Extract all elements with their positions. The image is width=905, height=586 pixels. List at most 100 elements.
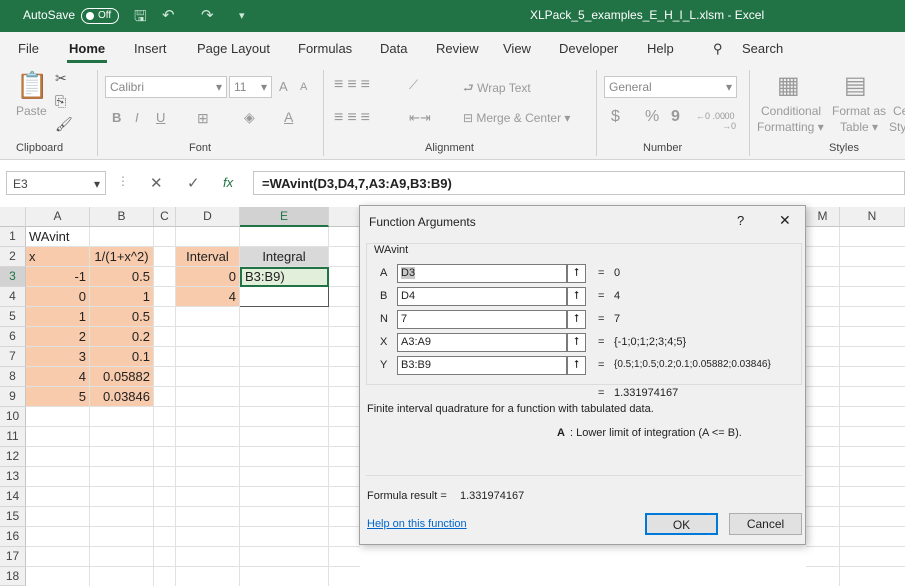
comma-button[interactable]: 9	[671, 108, 680, 126]
autosave-toggle[interactable]: Off	[81, 8, 119, 24]
orientation-icon[interactable]: ⟋	[409, 77, 418, 93]
tab-review[interactable]: Review	[436, 41, 479, 56]
arg-input-a[interactable]: D3	[397, 264, 567, 283]
insert-function-button[interactable]: fx	[223, 175, 233, 190]
row-header[interactable]: 6	[0, 327, 26, 347]
tab-data[interactable]: Data	[380, 41, 407, 56]
cell-e2[interactable]: Integral	[240, 247, 329, 267]
row-header[interactable]: 9	[0, 387, 26, 407]
help-icon[interactable]: ?	[737, 213, 744, 228]
cancel-button[interactable]: Cancel	[729, 513, 802, 535]
column-header-n[interactable]: N	[840, 207, 905, 227]
cell-a8[interactable]: 4	[26, 367, 90, 387]
row-header[interactable]: 16	[0, 527, 26, 547]
ok-button[interactable]: OK	[645, 513, 718, 535]
enter-formula-button[interactable]: ✓	[187, 174, 200, 192]
arg-input-y[interactable]: B3:B9	[397, 356, 567, 375]
decrease-decimal-button[interactable]: .00 →0	[722, 111, 742, 131]
tab-home[interactable]: Home	[69, 41, 105, 56]
column-header-e[interactable]: E	[240, 207, 329, 227]
customize-qat-icon[interactable]: ▾	[239, 9, 245, 22]
format-painter-icon[interactable]: 🖌	[55, 116, 73, 133]
cell-a9[interactable]: 5	[26, 387, 90, 407]
cell-a5[interactable]: 1	[26, 307, 90, 327]
increase-decimal-button[interactable]: ←0 .00	[696, 111, 725, 121]
cell-b8[interactable]: 0.05882	[90, 367, 154, 387]
cell-a1[interactable]: WAvint	[26, 227, 90, 247]
tab-formulas[interactable]: Formulas	[298, 41, 352, 56]
formula-input[interactable]: =WAvint(D3,D4,7,A3:A9,B3:B9)	[253, 171, 905, 195]
column-header-b[interactable]: B	[90, 207, 154, 227]
select-all-corner[interactable]	[0, 207, 26, 227]
underline-button[interactable]: U	[156, 110, 165, 125]
paste-icon[interactable]: 📋	[16, 70, 48, 101]
undo-icon[interactable]: ↶	[162, 6, 175, 24]
column-header-c[interactable]: C	[154, 207, 176, 227]
format-as-table-label[interactable]: Table ▾	[840, 120, 878, 134]
cancel-formula-button[interactable]: ✕	[150, 174, 163, 192]
shrink-font-button[interactable]: A	[300, 81, 307, 93]
redo-icon[interactable]: ↷	[201, 6, 214, 24]
cell-d3[interactable]: 0	[176, 267, 240, 287]
conditional-formatting-label[interactable]: Formatting ▾	[757, 120, 824, 134]
fill-color-icon[interactable]: ◈	[244, 109, 255, 126]
indent-icon[interactable]: ⇤⇥	[409, 110, 431, 126]
cell-d4[interactable]: 4	[176, 287, 240, 307]
collapse-dialog-icon[interactable]: ⭡	[567, 333, 586, 352]
cell-styles-label[interactable]: Sty	[889, 120, 905, 134]
number-format-select[interactable]: General ▾	[604, 76, 737, 98]
italic-button[interactable]: I	[135, 110, 139, 125]
cell-e3-active[interactable]: B3:B9)	[240, 267, 329, 287]
column-header-m[interactable]: M	[806, 207, 840, 227]
conditional-formatting-button[interactable]: Conditional	[761, 104, 821, 118]
cell-d2[interactable]: Interval	[176, 247, 240, 267]
row-header[interactable]: 4	[0, 287, 26, 307]
cut-icon[interactable]: ✂	[55, 70, 67, 87]
tab-view[interactable]: View	[503, 41, 531, 56]
cell-b4[interactable]: 1	[90, 287, 154, 307]
close-icon[interactable]: ✕	[779, 212, 791, 229]
row-header[interactable]: 11	[0, 427, 26, 447]
paste-button[interactable]: Paste	[16, 104, 47, 118]
row-header[interactable]: 3	[0, 267, 26, 287]
cell-a6[interactable]: 2	[26, 327, 90, 347]
format-as-table-icon[interactable]: ▤	[844, 71, 867, 100]
bold-button[interactable]: B	[112, 110, 121, 125]
column-header-d[interactable]: D	[176, 207, 240, 227]
cell-b9[interactable]: 0.03846	[90, 387, 154, 407]
font-name-select[interactable]: Calibri ▾	[105, 76, 227, 98]
row-header[interactable]: 7	[0, 347, 26, 367]
cell-a7[interactable]: 3	[26, 347, 90, 367]
cell-b3[interactable]: 0.5	[90, 267, 154, 287]
wrap-text-button[interactable]: ⮐ Wrap Text	[463, 79, 531, 100]
percent-button[interactable]: %	[645, 108, 659, 126]
cell-styles-button[interactable]: Ce	[893, 104, 905, 118]
collapse-dialog-icon[interactable]: ⭡	[567, 264, 586, 283]
row-header[interactable]: 8	[0, 367, 26, 387]
copy-icon[interactable]: ⎘	[55, 93, 66, 110]
row-header[interactable]: 2	[0, 247, 26, 267]
tab-insert[interactable]: Insert	[134, 41, 167, 56]
row-header[interactable]: 13	[0, 467, 26, 487]
arg-input-n[interactable]: 7	[397, 310, 567, 329]
arg-input-x[interactable]: A3:A9	[397, 333, 567, 352]
cell-a4[interactable]: 0	[26, 287, 90, 307]
search-label[interactable]: Search	[742, 41, 783, 56]
collapse-dialog-icon[interactable]: ⭡	[567, 287, 586, 306]
column-header-gap[interactable]	[329, 207, 360, 227]
row-header[interactable]: 17	[0, 547, 26, 567]
row-header[interactable]: 5	[0, 307, 26, 327]
row-header[interactable]: 12	[0, 447, 26, 467]
cell-b5[interactable]: 0.5	[90, 307, 154, 327]
borders-icon[interactable]: ⊞	[197, 110, 209, 127]
tab-page-layout[interactable]: Page Layout	[197, 41, 270, 56]
collapse-dialog-icon[interactable]: ⭡	[567, 356, 586, 375]
align-left-icons[interactable]: ≡≡≡	[334, 109, 374, 127]
cell-e4[interactable]	[240, 287, 329, 307]
merge-center-button[interactable]: ⊟ Merge & Center ▾	[463, 111, 570, 125]
grow-font-button[interactable]: A	[279, 79, 288, 94]
save-icon[interactable]: 🖫	[134, 6, 147, 31]
name-box[interactable]: E3 ▾	[6, 171, 106, 195]
currency-button[interactable]: $	[611, 108, 620, 126]
cell-b2[interactable]: 1/(1+x^2)	[90, 247, 154, 267]
